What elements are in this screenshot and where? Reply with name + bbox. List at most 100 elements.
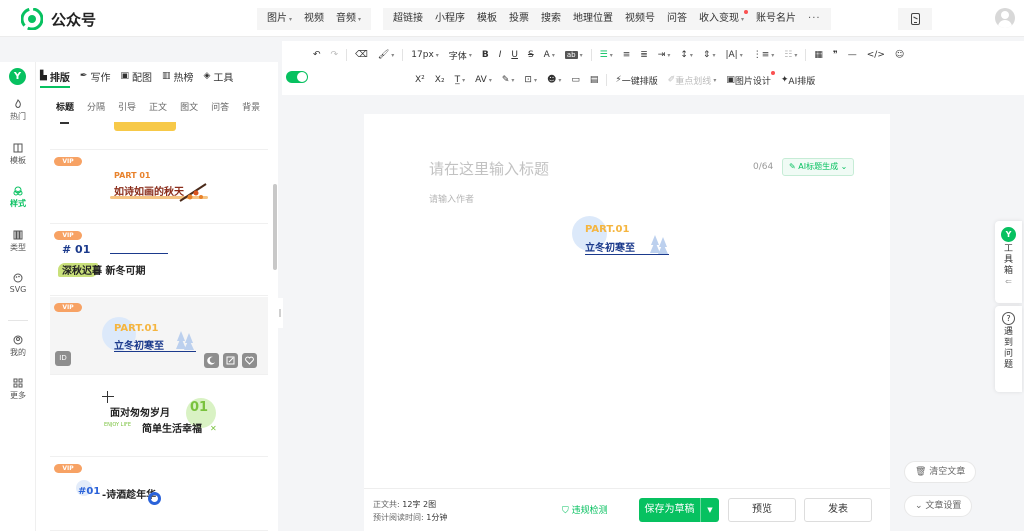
strikethrough-icon[interactable]: S	[523, 46, 539, 64]
nav-image[interactable]: 图片 ▾	[261, 8, 298, 31]
tab-hot-list[interactable]: ▥ 热榜	[162, 62, 194, 90]
nav-hyperlink[interactable]: 超链接	[387, 8, 429, 30]
edit-style-button[interactable]	[223, 353, 238, 368]
rail-item-style[interactable]: 样式	[0, 186, 36, 209]
night-mode-button[interactable]	[204, 353, 219, 368]
subtab-body[interactable]: 正文	[149, 100, 167, 113]
publish-button[interactable]: 发表	[804, 498, 872, 522]
violation-check-button[interactable]: ⛉ 违规检测	[562, 503, 608, 516]
align-center-icon[interactable]: ≡	[618, 46, 636, 64]
subtab-qa[interactable]: 问答	[211, 100, 229, 113]
subtab-guide[interactable]: 引导	[118, 100, 136, 113]
panel-resize-handle[interactable]: ‖	[277, 298, 283, 328]
nav-miniprogram[interactable]: 小程序	[429, 8, 471, 30]
caret-down-icon[interactable]: ▼	[701, 498, 719, 522]
calendar-icon[interactable]: ▤	[585, 71, 604, 89]
style-card[interactable]: VIP # 01 深秋迟暮 新冬可期	[50, 225, 268, 296]
style-card[interactable]: 面对匆匆岁月 01 ENJOY LIFE 简单生活幸福 ✕	[50, 376, 268, 457]
subtab-background[interactable]: 背景	[242, 100, 260, 113]
character-spacing-icon[interactable]: AV ▾	[470, 71, 497, 89]
indent-icon[interactable]: ⇥ ▾	[653, 46, 676, 64]
divider-line-icon[interactable]: —	[843, 46, 862, 64]
article-settings-button[interactable]: ⌄ 文章设置	[904, 495, 973, 517]
tab-writing[interactable]: ✒ 写作	[80, 62, 111, 90]
italic-icon[interactable]: I	[494, 46, 507, 64]
nav-vote[interactable]: 投票	[503, 8, 535, 30]
paragraph-spacing-icon[interactable]: ⇕ ▾	[698, 46, 721, 64]
subtab-image-text[interactable]: 图文	[180, 100, 198, 113]
mobile-preview-button[interactable]	[898, 8, 932, 30]
list-icon[interactable]: ⋮≡ ▾	[748, 46, 780, 64]
app-logo[interactable]: 公众号	[21, 8, 96, 30]
align-right-icon[interactable]: ≣	[635, 46, 653, 64]
nav-qa[interactable]: 问答	[661, 8, 693, 30]
favorite-button[interactable]	[242, 353, 257, 368]
style-list-scrollbar[interactable]	[273, 184, 277, 270]
nav-search[interactable]: 搜索	[535, 8, 567, 30]
font-family-select[interactable]: 字体 ▾	[444, 46, 477, 64]
eraser-icon[interactable]: ⌫	[350, 46, 373, 64]
save-draft-label[interactable]: 保存为草稿	[639, 498, 701, 522]
style-card[interactable]	[50, 122, 268, 150]
author-input[interactable]: 请输入作者	[429, 192, 474, 205]
save-draft-button[interactable]: 保存为草稿 ▼	[639, 498, 719, 522]
clear-article-button[interactable]: 🗑 清空文章	[904, 461, 977, 483]
title-input[interactable]: 请在这里输入标题	[429, 158, 549, 179]
nav-more[interactable]: ···	[802, 8, 827, 30]
style-card[interactable]: VIP #01 -诗酒趁年华	[50, 458, 268, 531]
letter-spacing-icon[interactable]: |A| ▾	[720, 46, 747, 64]
tab-images[interactable]: ▣ 配图	[120, 62, 152, 90]
user-avatar[interactable]	[995, 8, 1015, 28]
subtab-separator[interactable]: 分隔	[87, 100, 105, 113]
nav-video[interactable]: 视频	[298, 8, 330, 30]
nav-template[interactable]: 模板	[471, 8, 503, 30]
rail-item-more[interactable]: 更多	[0, 378, 36, 401]
html-icon[interactable]: ▭	[566, 71, 585, 89]
bold-icon[interactable]: B	[477, 46, 494, 64]
ai-title-button[interactable]: ✎ AI标题生成 ⌄	[782, 158, 855, 176]
id-chip[interactable]: ID	[55, 351, 71, 366]
toolbox-button[interactable]: Y 工具箱 ⇐	[995, 221, 1022, 303]
text-format-icon[interactable]: T̲ ▾	[450, 71, 471, 89]
redo-icon[interactable]: ↷	[326, 46, 344, 64]
rail-item-hot[interactable]: 热门	[0, 99, 36, 122]
bullet-list-icon[interactable]: ☷ ▾	[779, 46, 802, 64]
ai-layout-button[interactable]: ✦ AI排版	[776, 71, 820, 89]
inserted-style-title[interactable]: 立冬初寒至	[585, 239, 635, 254]
style-card[interactable]: VIP PART 01 如诗如画的秋天	[50, 151, 268, 224]
rail-item-mine[interactable]: 我的	[0, 335, 36, 358]
rail-item-svg[interactable]: SVG	[0, 273, 36, 294]
nav-account-card[interactable]: 账号名片	[750, 8, 802, 30]
rail-item-type[interactable]: 类型	[0, 230, 36, 253]
line-spacing-icon[interactable]: ↕ ▾	[675, 46, 698, 64]
table-icon[interactable]: ▦	[809, 46, 828, 64]
sticker-icon[interactable]: ☻ ▾	[542, 71, 566, 89]
highlight-underline-button[interactable]: ✐ 重点划线 ▾	[663, 71, 722, 89]
subtab-heading[interactable]: 标题	[56, 100, 74, 113]
format-painter-icon[interactable]: 🖌 ▾	[373, 46, 399, 64]
rail-item-template[interactable]: 模板	[0, 143, 36, 166]
nav-channels[interactable]: 视频号	[619, 8, 661, 30]
plugin-toggle[interactable]	[286, 71, 308, 83]
undo-icon[interactable]: ↶	[308, 46, 326, 64]
superscript-icon[interactable]: X²	[410, 71, 430, 89]
quote-icon[interactable]: ❞	[828, 46, 843, 64]
font-color-icon[interactable]: A ▾	[539, 46, 560, 64]
help-button[interactable]: ? 遇到问题	[995, 306, 1022, 392]
tab-layout[interactable]: ▙ 排版	[40, 62, 70, 90]
align-left-icon[interactable]: ☰ ▾	[595, 46, 618, 64]
background-color-icon[interactable]: ab ▾	[560, 46, 588, 64]
magic-wand-icon[interactable]: ✎ ▾	[497, 71, 520, 89]
nav-location[interactable]: 地理位置	[567, 8, 619, 30]
chart-icon[interactable]: ⊡ ▾	[519, 71, 542, 89]
font-size-select[interactable]: 17px ▾	[406, 46, 444, 64]
preview-button[interactable]: 预览	[728, 498, 796, 522]
underline-icon[interactable]: U	[506, 46, 523, 64]
code-icon[interactable]: </>	[862, 46, 890, 64]
tab-tools[interactable]: ◈ 工具	[204, 62, 234, 90]
nav-monetize[interactable]: 收入变现 ▾	[693, 8, 750, 31]
nav-audio[interactable]: 音频 ▾	[330, 8, 367, 31]
style-card[interactable]: VIP PART.01 立冬初寒至	[50, 297, 268, 375]
one-click-layout-button[interactable]: ⚡ 一键排版	[610, 71, 662, 89]
inserted-style-part[interactable]: PART.01	[585, 224, 629, 235]
